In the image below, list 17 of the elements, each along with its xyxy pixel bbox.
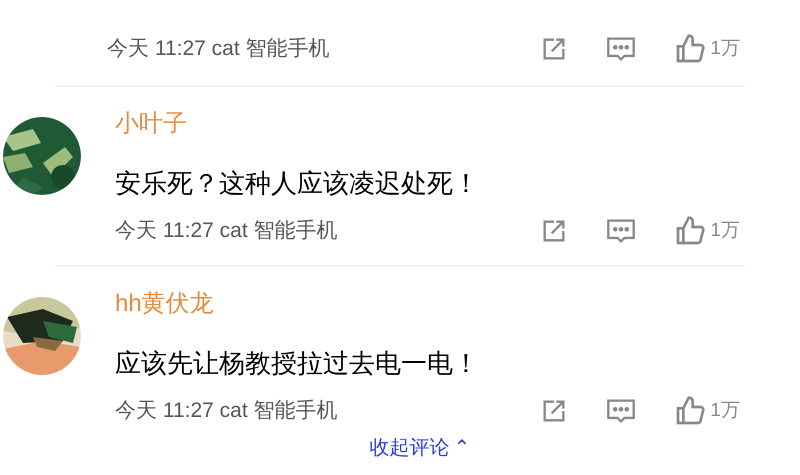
thumbs-up-icon <box>674 33 706 65</box>
comment-meta: 今天 11:27 cat 智能手机 <box>115 398 338 424</box>
comment-author[interactable]: hh黄伏龙 <box>115 287 214 321</box>
like-button[interactable]: 1万 <box>674 33 740 65</box>
thumbs-up-icon <box>674 395 706 427</box>
comment-icon[interactable] <box>606 217 636 245</box>
like-button[interactable]: 1万 <box>674 395 740 427</box>
like-button[interactable]: 1万 <box>674 215 740 247</box>
comment-icon[interactable] <box>606 35 636 63</box>
comment-text: 应该先让杨教授拉过去电一电！ <box>115 347 480 380</box>
comment-meta: 今天 11:27 cat 智能手机 <box>107 36 330 62</box>
comment-author[interactable]: 小叶子 <box>115 107 187 141</box>
collapse-comments-link[interactable]: 收起评论 ⌃ <box>370 437 470 459</box>
comment-text: 安乐死？这种人应该凌迟处死！ <box>115 167 480 200</box>
comment-icon[interactable] <box>606 397 636 425</box>
comment-meta: 今天 11:27 cat 智能手机 <box>115 218 338 244</box>
thumbs-up-icon <box>674 215 706 247</box>
